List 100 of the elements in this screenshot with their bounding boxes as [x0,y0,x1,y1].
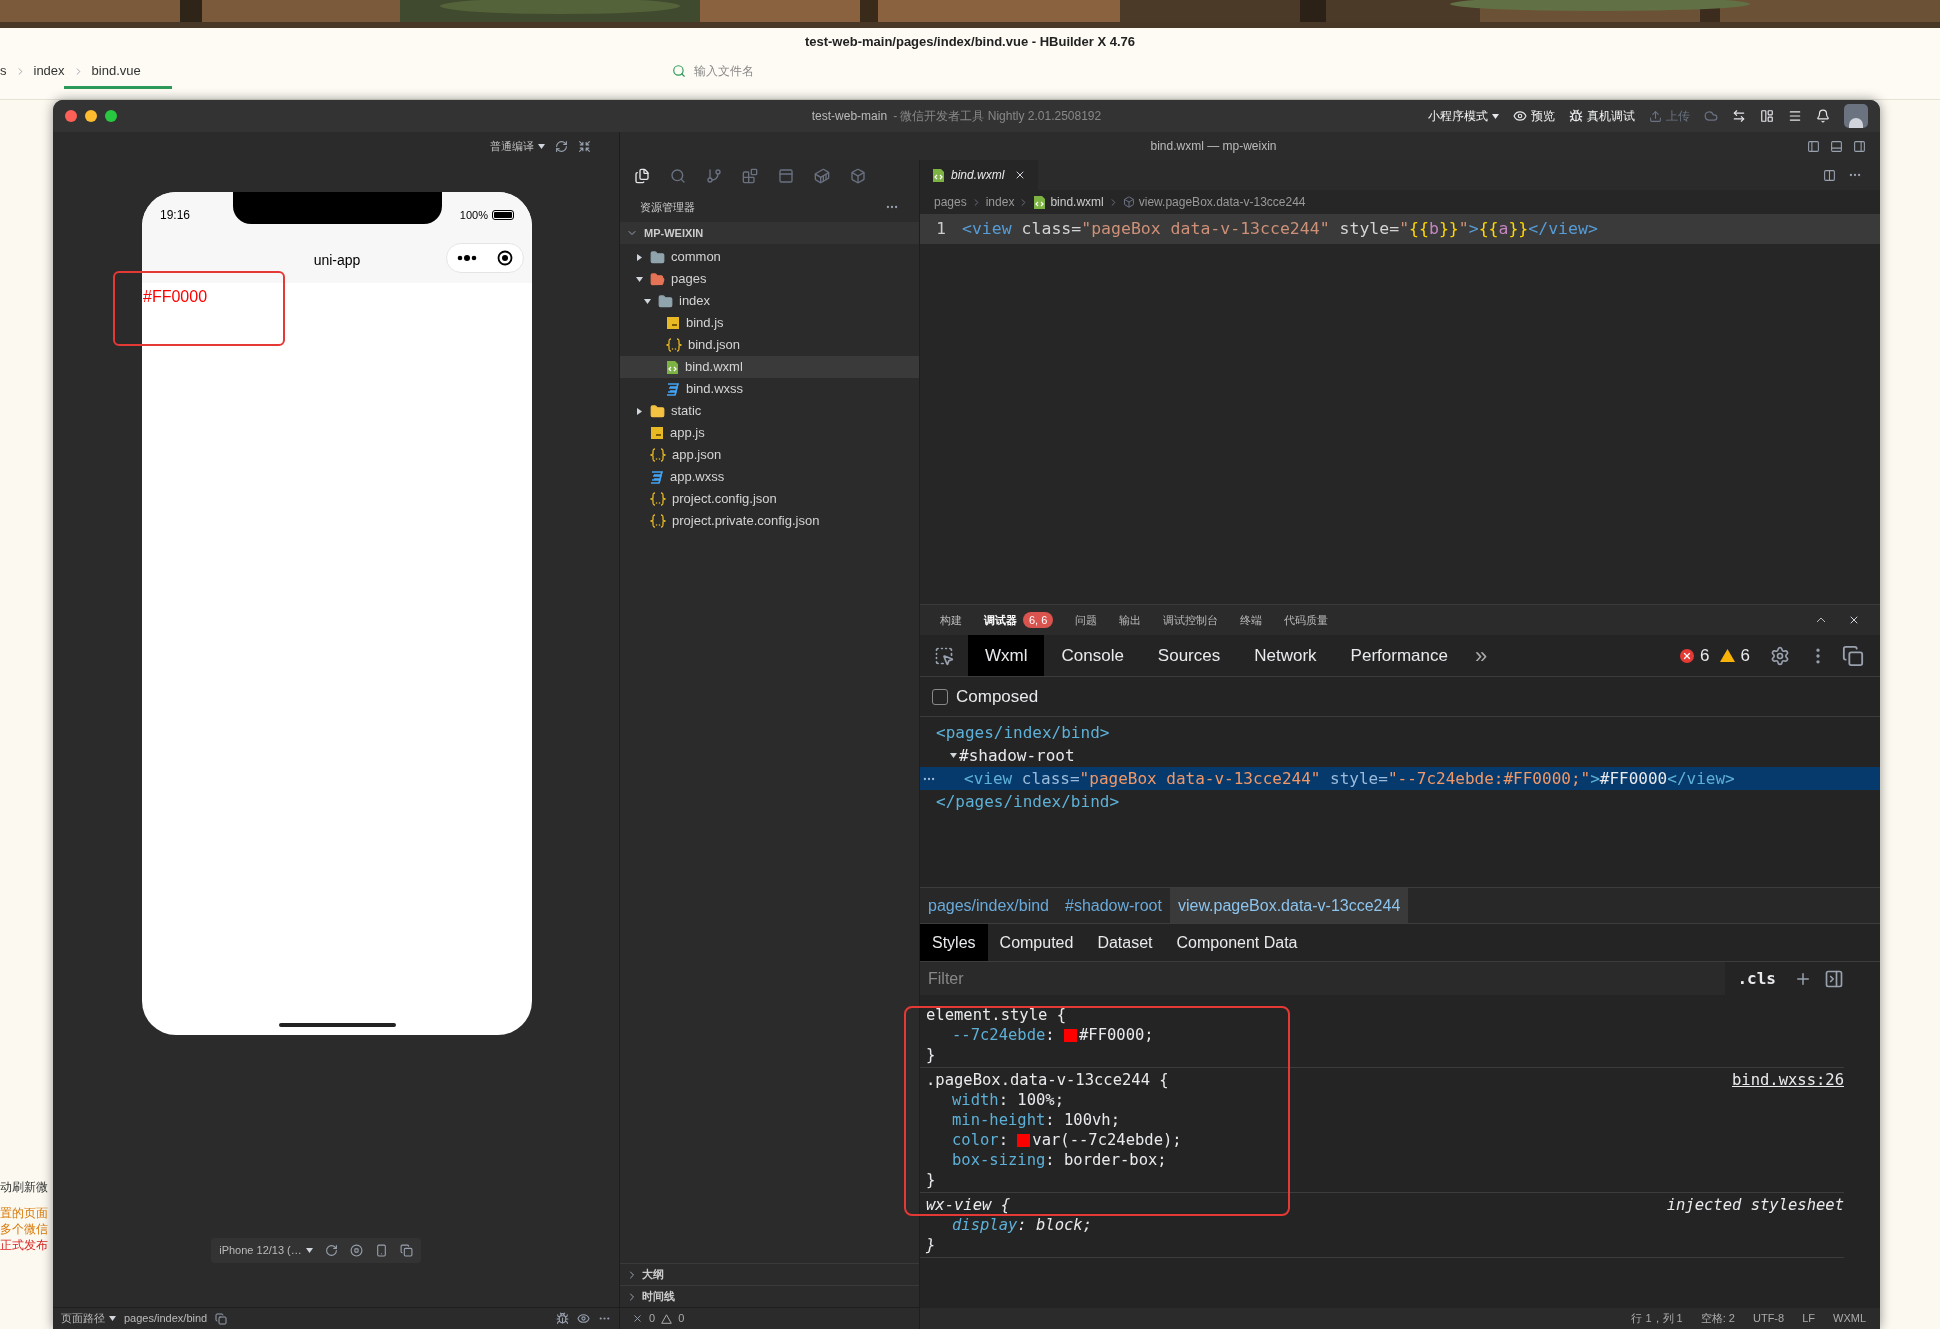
panel-tab[interactable]: 问题 [1075,611,1098,629]
color-swatch[interactable] [1017,1133,1031,1147]
panel-toggle-icon[interactable] [1830,139,1843,153]
status-item[interactable]: 行 1，列 1 [1631,1310,1683,1327]
file-tree-item[interactable]: pages [620,268,919,290]
styles-tab[interactable]: Component Data [1164,924,1310,961]
element-path-item[interactable]: #shadow-root [1057,888,1170,923]
bug-icon[interactable] [556,1312,569,1325]
inspect-icon[interactable] [934,645,954,666]
capsule-menu[interactable] [446,243,524,273]
blocks-icon[interactable] [742,168,758,184]
breadcrumb-item[interactable]: s [0,61,7,81]
breadcrumb-item[interactable]: index [985,193,1015,211]
rotate-icon[interactable] [324,1244,338,1257]
page-path-dropdown[interactable]: 页面路径 [61,1310,116,1327]
panel-tab[interactable]: 构建 [940,611,962,629]
devtools-tab[interactable]: Wxml [968,635,1045,676]
styles-tab[interactable]: Dataset [1085,924,1165,961]
file-tree-item[interactable]: index [620,290,919,312]
sidebar-toggle-icon[interactable] [1853,139,1866,153]
stylesheet-source[interactable]: bind.wxss:26 [1732,1070,1844,1090]
element-path-item[interactable]: view.pageBox.data-v-13cce244 [1169,888,1409,923]
devtools-tab[interactable]: Network [1237,635,1334,676]
sidebar-toggle-icon[interactable] [1807,139,1820,153]
cube-icon[interactable] [850,168,866,184]
eye-icon[interactable] [577,1312,590,1325]
status-item[interactable]: LF [1802,1310,1815,1327]
files-icon[interactable] [634,168,650,184]
settings-icon[interactable] [1770,645,1790,666]
search-icon[interactable] [670,168,686,184]
breadcrumb-item[interactable]: index [33,61,65,81]
file-tree-item[interactable]: bind.wxml [620,356,919,378]
file-tree-item[interactable]: bind.js [620,312,919,334]
file-tree-item[interactable]: project.private.config.json [620,510,919,532]
panel-icon[interactable] [778,168,794,184]
styles-tab[interactable]: Styles [920,924,988,961]
devtools-tab[interactable]: Performance [1333,635,1465,676]
file-tree-item[interactable]: project.config.json [620,488,919,510]
swap-icon[interactable] [1732,109,1746,123]
refresh-icon[interactable] [555,139,568,153]
file-tree-item[interactable]: app.json [620,444,919,466]
status-item[interactable]: WXML [1833,1310,1866,1327]
file-tree-item[interactable]: app.wxss [620,466,919,488]
file-search-field[interactable]: 输入文件名 [694,62,934,80]
file-tree-item[interactable]: bind.wxss [620,378,919,400]
panel-tab[interactable]: 代码质量 [1284,611,1329,629]
device-dropdown[interactable]: iPhone 12/13 (… [219,1242,313,1259]
compile-mode-dropdown[interactable]: 普通编译 [490,137,545,155]
file-tree-item[interactable]: common [620,246,919,268]
avatar[interactable] [1844,104,1868,128]
panel-tab[interactable]: 调试控制台 [1163,611,1219,629]
chevron-up-icon[interactable] [1816,617,1826,623]
devtools-tab[interactable]: Console [1044,635,1141,676]
phone-icon[interactable] [374,1244,388,1257]
breadcrumb-item[interactable]: view.pageBox.data-v-13cce244 [1138,193,1306,211]
toolbar-button[interactable]: 真机调试 [1569,107,1635,125]
split-editor-icon[interactable] [1823,168,1836,182]
layout-icon[interactable] [1760,109,1774,123]
outline-section-header[interactable]: 时间线 [620,1285,919,1307]
cloud-icon[interactable] [1704,109,1718,123]
element-path-item[interactable]: pages/index/bind [920,888,1057,923]
devtools-tab[interactable]: Sources [1140,635,1238,676]
outline-section-header[interactable]: 大纲 [620,1263,919,1285]
menu-icon[interactable] [1788,109,1802,123]
zoom-window-button[interactable] [105,110,117,122]
whale-icon[interactable] [814,168,830,184]
dock-icon[interactable] [1842,644,1864,667]
stop-icon[interactable] [349,1244,363,1257]
dom-node[interactable]: </pages/index/bind> [920,790,1880,813]
branch-icon[interactable] [706,168,722,184]
file-tree-item[interactable]: app.js [620,422,919,444]
panel-tab[interactable]: 输出 [1119,611,1142,629]
breadcrumb-item[interactable]: bind.wxml [1050,193,1104,211]
breadcrumb-item[interactable]: bind.vue [91,61,141,81]
styles-tab[interactable]: Computed [987,924,1086,961]
dom-node[interactable]: #shadow-root [920,744,1880,767]
minimize-window-button[interactable] [85,110,97,122]
close-icon[interactable] [1848,614,1860,626]
more-tabs-button[interactable]: » [1464,639,1498,672]
copy-icon[interactable] [215,1312,228,1325]
file-tree-item[interactable]: static [620,400,919,422]
project-header[interactable]: MP-WEIXIN [620,222,919,244]
close-window-button[interactable] [65,110,77,122]
cls-button[interactable]: .cls [1725,966,1788,991]
status-item[interactable]: UTF-8 [1753,1310,1785,1327]
file-tree-item[interactable]: bind.json [620,334,919,356]
bell-icon[interactable] [1816,109,1830,123]
sidebar-toggle-icon[interactable] [1824,968,1844,989]
breadcrumb-item[interactable]: pages [934,193,967,211]
status-item[interactable]: 空格: 2 [1700,1310,1735,1327]
panel-tab[interactable]: 终端 [1240,611,1263,629]
toolbar-button[interactable]: 小程序模式 [1428,107,1499,125]
panel-tab[interactable]: 调试器 6, 6 [984,611,1054,629]
editor-tab[interactable]: bind.wxml [920,160,1039,190]
toolbar-button[interactable]: 预览 [1513,107,1555,125]
composed-checkbox[interactable] [932,688,948,705]
windows-icon[interactable] [399,1244,413,1257]
dom-node[interactable]: <view class="pageBox data-v-13cce244" style="--7c24ebde:#FF0000;">#FF0000</view> [920,767,1880,790]
clear-cache-icon[interactable] [578,139,591,153]
color-swatch[interactable] [1064,1028,1077,1042]
